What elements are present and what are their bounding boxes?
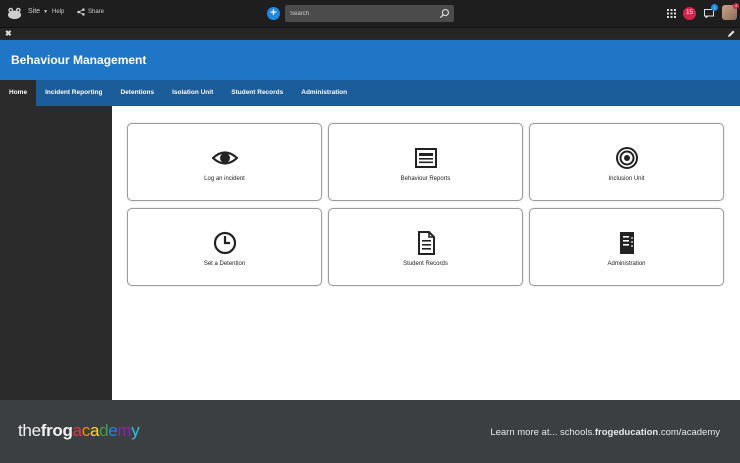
top-bar: Site ▼ Help Share + 15 1 4 (0, 0, 740, 27)
notification-badge[interactable]: 15 (683, 7, 696, 20)
card-label: Administration (607, 261, 646, 267)
search-input[interactable] (290, 8, 430, 19)
main-content: Log an incident Behaviour Reports Inclus… (112, 106, 740, 400)
student-records-card[interactable]: Student Records (328, 208, 523, 286)
main-nav: Home Incident Reporting Detentions Isola… (0, 80, 740, 106)
newspaper-icon (415, 148, 437, 168)
plus-icon: + (270, 7, 277, 19)
site-label: Site (28, 8, 41, 15)
admin-file-icon (620, 232, 634, 254)
card-label: Behaviour Reports (400, 176, 451, 182)
edit-strip: ✖ (0, 27, 740, 39)
brand-letter: a (72, 421, 82, 440)
behaviour-reports-card[interactable]: Behaviour Reports (328, 123, 523, 201)
brand-letter: d (99, 421, 109, 440)
inclusion-unit-card[interactable]: Inclusion Unit (529, 123, 724, 201)
document-icon (418, 231, 435, 255)
add-button[interactable]: + (267, 7, 280, 20)
card-label: Inclusion Unit (608, 176, 645, 182)
sidebar (0, 106, 112, 400)
learn-prefix: Learn more at... schools. (490, 427, 595, 438)
brand-letter: m (117, 421, 132, 440)
brand-letter: c (81, 421, 91, 440)
card-label: Log an incident (204, 176, 245, 182)
share-button[interactable]: Share (77, 8, 104, 16)
eye-icon (212, 151, 238, 165)
brand-letter: y (131, 421, 140, 440)
frog-logo-icon[interactable] (7, 6, 22, 20)
site-menu[interactable]: Site ▼ (28, 8, 48, 15)
help-link[interactable]: Help (52, 9, 64, 15)
share-label: Share (88, 9, 105, 15)
chevron-down-icon: ▼ (43, 8, 49, 15)
brand-letter: a (89, 421, 100, 440)
tab-student-records[interactable]: Student Records (222, 80, 292, 106)
message-count-badge: 1 (711, 4, 718, 11)
card-label: Student Records (403, 261, 448, 267)
search-icon[interactable] (439, 8, 450, 19)
search-box (285, 5, 454, 22)
administration-card[interactable]: Administration (529, 208, 724, 286)
tab-detentions[interactable]: Detentions (111, 80, 163, 106)
apps-grid-icon[interactable] (667, 9, 676, 18)
avatar-badge: 4 (733, 3, 739, 9)
footer: thefrogacademy Learn more at... schools.… (0, 400, 740, 463)
share-icon (77, 8, 85, 16)
clock-icon (213, 231, 237, 255)
learn-suffix: .com/academy (658, 427, 720, 438)
app-header: Behaviour Management (0, 40, 740, 80)
set-detention-card[interactable]: Set a Detention (127, 208, 322, 286)
tab-administration[interactable]: Administration (292, 80, 356, 106)
brand-the: the (18, 421, 41, 440)
tab-home[interactable]: Home (0, 80, 37, 106)
target-icon (616, 147, 638, 169)
card-label: Set a Detention (203, 261, 246, 267)
tab-incident-reporting[interactable]: Incident Reporting (36, 80, 111, 106)
frog-academy-logo: thefrogacademy (18, 421, 140, 441)
learn-domain: frogeducation (594, 427, 659, 438)
learn-more-link[interactable]: Learn more at... schools.frogeducation.c… (490, 427, 720, 438)
brand-frog: frog (40, 421, 73, 440)
log-incident-card[interactable]: Log an incident (127, 123, 322, 201)
tab-isolation-unit[interactable]: Isolation Unit (163, 80, 222, 106)
page-title: Behaviour Management (11, 53, 147, 67)
edit-pencil-icon[interactable] (727, 30, 735, 38)
close-icon[interactable]: ✖ (5, 29, 12, 38)
